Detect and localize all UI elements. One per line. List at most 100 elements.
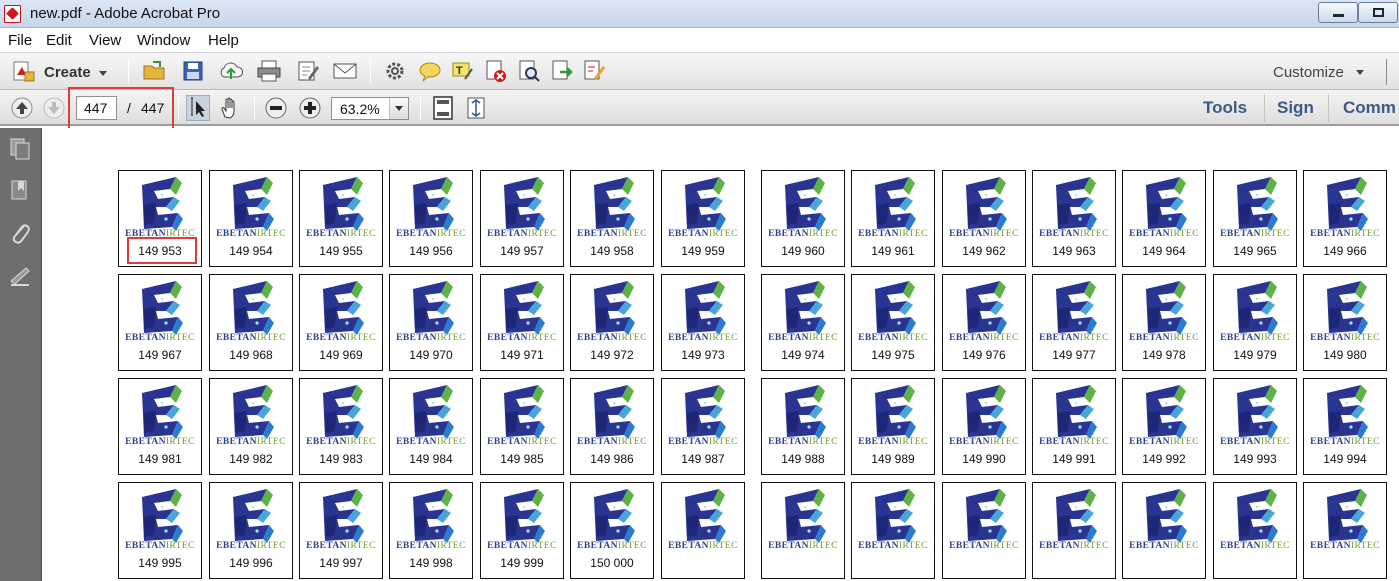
thumbnail-card[interactable]: EBETANIRTEC [942,482,1026,579]
chevron-down-icon[interactable] [1356,70,1364,75]
hand-tool-icon[interactable] [218,95,242,121]
thumbnail-card[interactable]: EBETANIRTEC 149 961 [851,170,935,267]
thumbnail-card[interactable]: EBETANIRTEC 149 966 [1303,170,1387,267]
thumbnail-card[interactable]: EBETANIRTEC 149 956 [389,170,473,267]
restore-button[interactable] [1358,2,1398,23]
thumbnail-number: 149 960 [781,244,825,258]
thumbnail-card[interactable]: EBETANIRTEC [1122,482,1206,579]
thumbnail-card[interactable]: EBETANIRTEC 149 987 [661,378,745,475]
export-page-icon[interactable] [550,59,574,83]
menu-window[interactable]: Window [137,32,190,49]
thumbnail-card[interactable]: EBETANIRTEC 149 964 [1122,170,1206,267]
thumbnail-card[interactable]: EBETANIRTEC [1213,482,1297,579]
thumbnail-card[interactable]: EBETANIRTEC 149 983 [299,378,383,475]
thumbnail-card[interactable]: EBETANIRTEC 149 998 [389,482,473,579]
thumbnail-card[interactable]: EBETANIRTEC [851,482,935,579]
thumbnail-card[interactable]: EBETANIRTEC 149 984 [389,378,473,475]
thumbnail-card[interactable]: EBETANIRTEC 149 982 [209,378,293,475]
brand-text: EBETANIRTEC [1039,229,1109,239]
tools-pane-link[interactable]: Tools [1203,98,1247,118]
select-tool-icon[interactable] [186,95,210,121]
thumbnail-card[interactable]: EBETANIRTEC 149 986 [570,378,654,475]
thumbnail-card[interactable]: EBETANIRTEC 149 991 [1032,378,1116,475]
thumbnail-card[interactable]: EBETANIRTEC [661,482,745,579]
thumbnail-card[interactable]: EBETANIRTEC 149 968 [209,274,293,371]
thumbnail-card[interactable]: EBETANIRTEC 149 980 [1303,274,1387,371]
edit-document-icon[interactable] [296,59,320,83]
thumbnail-card[interactable]: EBETANIRTEC 149 969 [299,274,383,371]
thumbnail-card[interactable]: EBETANIRTEC 149 967 [118,274,202,371]
comment-bubble-icon[interactable] [418,60,442,82]
save-icon[interactable] [182,60,204,82]
thumbnail-card[interactable]: EBETANIRTEC 149 994 [1303,378,1387,475]
thumbnail-card[interactable]: EBETANIRTEC [1303,482,1387,579]
menu-view[interactable]: View [89,32,121,49]
highlight-text-icon[interactable]: T [450,59,474,83]
thumbnail-number: 149 980 [1323,348,1367,362]
fit-page-icon[interactable] [431,96,455,120]
ebetan-logo-icon [966,385,1007,439]
thumbnail-card[interactable]: EBETANIRTEC 149 990 [942,378,1026,475]
thumbnail-card[interactable]: EBETANIRTEC 149 996 [209,482,293,579]
page-thumbnails-icon[interactable] [8,136,32,160]
cloud-upload-icon[interactable] [218,59,244,83]
customize-label[interactable]: Customize [1273,64,1344,81]
thumbnail-card[interactable]: EBETANIRTEC 149 999 [480,482,564,579]
thumbnail-card[interactable]: EBETANIRTEC [1032,482,1116,579]
thumbnail-card[interactable]: EBETANIRTEC 149 970 [389,274,473,371]
zoom-in-icon[interactable] [298,96,322,120]
gear-icon[interactable] [384,60,406,82]
thumbnail-card[interactable]: EBETANIRTEC 149 979 [1213,274,1297,371]
attachments-paperclip-icon[interactable] [8,220,32,246]
thumbnail-card[interactable]: EBETANIRTEC 150 000 [570,482,654,579]
thumbnail-card[interactable]: EBETANIRTEC [761,482,845,579]
thumbnail-card[interactable]: EBETANIRTEC 149 957 [480,170,564,267]
menu-edit[interactable]: Edit [46,32,72,49]
sign-pane-link[interactable]: Sign [1277,98,1314,118]
next-page-icon[interactable] [42,96,66,120]
document-area[interactable]: EBETANIRTEC 149 953 EBETANIRTEC 149 954 … [42,128,1399,581]
thumbnail-card[interactable]: EBETANIRTEC 149 977 [1032,274,1116,371]
thumbnail-card[interactable]: EBETANIRTEC 149 981 [118,378,202,475]
thumbnail-card[interactable]: EBETANIRTEC 149 965 [1213,170,1297,267]
thumbnail-card[interactable]: EBETANIRTEC 149 997 [299,482,383,579]
thumbnail-card[interactable]: EBETANIRTEC 149 960 [761,170,845,267]
email-icon[interactable] [332,61,358,81]
thumbnail-card[interactable]: EBETANIRTEC 149 963 [1032,170,1116,267]
thumbnail-card[interactable]: EBETANIRTEC 149 972 [570,274,654,371]
bookmarks-icon[interactable] [8,178,32,202]
thumbnail-card[interactable]: EBETANIRTEC 149 975 [851,274,935,371]
signatures-icon[interactable] [8,264,32,288]
thumbnail-card[interactable]: EBETANIRTEC 149 993 [1213,378,1297,475]
thumbnail-card[interactable]: EBETANIRTEC 149 954 [209,170,293,267]
open-folder-icon[interactable] [142,59,168,83]
thumbnail-card[interactable]: EBETANIRTEC 149 959 [661,170,745,267]
thumbnail-card[interactable]: EBETANIRTEC 149 976 [942,274,1026,371]
zoom-select[interactable]: 63.2% [331,97,409,120]
comment-pane-link[interactable]: Comm [1343,98,1396,118]
thumbnail-card[interactable]: EBETANIRTEC 149 988 [761,378,845,475]
thumbnail-card[interactable]: EBETANIRTEC 149 971 [480,274,564,371]
delete-page-icon[interactable] [484,59,508,83]
thumbnail-card[interactable]: EBETANIRTEC 149 995 [118,482,202,579]
thumbnail-card[interactable]: EBETANIRTEC 149 978 [1122,274,1206,371]
thumbnail-card[interactable]: EBETANIRTEC 149 992 [1122,378,1206,475]
thumbnail-card[interactable]: EBETANIRTEC 149 973 [661,274,745,371]
thumbnail-card[interactable]: EBETANIRTEC 149 974 [761,274,845,371]
zoom-out-icon[interactable] [264,96,288,120]
search-document-icon[interactable] [517,59,541,83]
thumbnail-card[interactable]: EBETANIRTEC 149 955 [299,170,383,267]
thumbnail-card[interactable]: EBETANIRTEC 149 958 [570,170,654,267]
previous-page-icon[interactable] [10,96,34,120]
minimize-button[interactable] [1318,2,1358,23]
thumbnail-card[interactable]: EBETANIRTEC 149 985 [480,378,564,475]
thumbnail-card[interactable]: EBETANIRTEC 149 962 [942,170,1026,267]
full-screen-icon[interactable] [464,96,488,120]
menu-file[interactable]: File [8,32,32,49]
print-icon[interactable] [256,59,282,83]
menu-help[interactable]: Help [208,32,239,49]
chevron-down-icon[interactable] [389,98,408,119]
create-button[interactable]: Create [8,57,112,87]
fill-sign-icon[interactable] [582,59,606,83]
thumbnail-card[interactable]: EBETANIRTEC 149 989 [851,378,935,475]
